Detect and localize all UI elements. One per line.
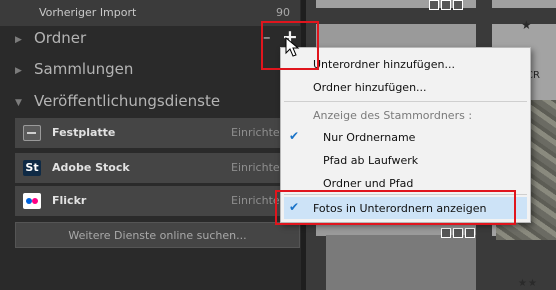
service-adobe-stock[interactable]: St Adobe Stock Einrichten bbox=[15, 153, 300, 183]
section-collections[interactable]: ▶ Sammlungen bbox=[0, 57, 300, 85]
setup-button[interactable]: Einrichten bbox=[231, 161, 287, 174]
metadata-badge-icon bbox=[441, 0, 451, 10]
service-name: Flickr bbox=[52, 194, 87, 207]
service-name: Adobe Stock bbox=[52, 161, 130, 174]
checkmark-icon: ✔ bbox=[289, 200, 300, 214]
expand-triangle-icon[interactable]: ▶ bbox=[15, 35, 22, 45]
menu-separator bbox=[284, 194, 527, 195]
find-more-services-label: Weitere Dienste online suchen... bbox=[68, 229, 247, 242]
previous-import-count: 90 bbox=[276, 6, 290, 19]
metadata-badge-icon bbox=[453, 0, 463, 10]
folder-context-menu: Unterordner hinzufügen... Ordner hinzufü… bbox=[280, 47, 531, 223]
flickr-pink-dot bbox=[32, 198, 38, 204]
menu-item-add-subfolder[interactable]: Unterordner hinzufügen... bbox=[313, 58, 455, 71]
section-collections-title: Sammlungen bbox=[34, 60, 134, 78]
metadata-badge-icon bbox=[429, 0, 439, 10]
setup-button[interactable]: Einrichten bbox=[231, 126, 287, 139]
metadata-badge-icon bbox=[441, 228, 451, 238]
rating-stars[interactable]: ★★ bbox=[518, 278, 538, 289]
service-flickr[interactable]: Flickr Einrichten bbox=[15, 186, 300, 216]
service-name: Festplatte bbox=[52, 126, 116, 139]
find-more-services-button[interactable]: Weitere Dienste online suchen... bbox=[15, 222, 300, 248]
menu-header-root-display: Anzeige des Stammordners : bbox=[313, 109, 473, 122]
section-folders[interactable]: ▶ Ordner bbox=[0, 26, 300, 54]
adobe-stock-icon: St bbox=[23, 160, 41, 176]
service-hard-drive[interactable]: Festplatte Einrichten bbox=[15, 118, 300, 148]
section-publish-services[interactable]: ▼ Veröffentlichungsdienste bbox=[0, 89, 300, 117]
menu-item-add-folder[interactable]: Ordner hinzufügen... bbox=[313, 81, 427, 94]
grid-cell[interactable] bbox=[316, 0, 476, 8]
metadata-badge-icon bbox=[465, 228, 475, 238]
menu-item-show-photos-in-subfolders[interactable]: Fotos in Unterordnern anzeigen bbox=[313, 202, 486, 215]
previous-import-label: Vorheriger Import bbox=[39, 6, 137, 19]
expand-triangle-icon[interactable]: ▶ bbox=[15, 66, 22, 76]
collapse-triangle-icon[interactable]: ▼ bbox=[15, 98, 22, 108]
checkmark-icon: ✔ bbox=[289, 129, 300, 143]
menu-item-folder-and-path[interactable]: Ordner und Pfad bbox=[323, 177, 413, 190]
menu-separator bbox=[284, 101, 527, 102]
remove-folder-button[interactable]: – bbox=[263, 28, 277, 46]
hard-drive-icon bbox=[23, 125, 41, 141]
mouse-cursor-icon bbox=[285, 37, 300, 57]
menu-item-name-only[interactable]: Nur Ordnername bbox=[323, 131, 415, 144]
section-publish-services-title: Veröffentlichungsdienste bbox=[34, 92, 221, 110]
menu-item-path-from-drive[interactable]: Pfad ab Laufwerk bbox=[323, 154, 418, 167]
left-panel: Vorheriger Import 90 ▶ Ordner – + ▶ Samm… bbox=[0, 0, 305, 290]
metadata-badge-icon bbox=[453, 228, 463, 238]
section-folders-title: Ordner bbox=[34, 29, 87, 47]
rating-star-icon[interactable]: ★ bbox=[521, 18, 532, 32]
photo-thumbnail[interactable] bbox=[326, 235, 476, 290]
previous-import-row[interactable]: Vorheriger Import 90 bbox=[0, 0, 300, 26]
grid-cell[interactable] bbox=[492, 0, 556, 8]
setup-button[interactable]: Einrichten bbox=[231, 194, 287, 207]
flickr-icon bbox=[23, 193, 41, 209]
